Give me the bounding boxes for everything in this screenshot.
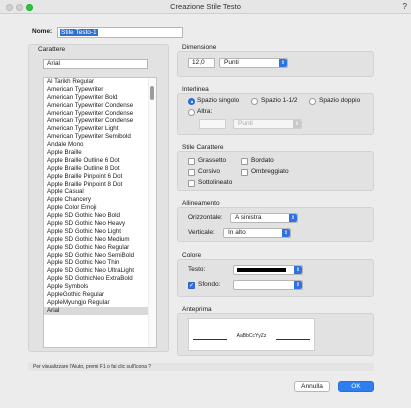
window-title: Creazione Stile Testo [170, 2, 241, 11]
font-list-item[interactable]: Apple Braille Pinpoint 6 Dot [44, 173, 148, 181]
name-value: Stile Testo-1 [60, 29, 98, 36]
ok-button[interactable]: OK [338, 381, 374, 392]
horizontal-align-popup[interactable]: A sinistra ⇕ [230, 213, 298, 223]
title-bar: Creazione Stile Testo ? [0, 0, 411, 14]
spacing-title: Interlinea [182, 86, 209, 93]
color-title: Colore [182, 252, 202, 259]
font-list-item[interactable]: AppleGothic Regular [44, 291, 148, 299]
size-unit-value: Punti [224, 59, 239, 66]
chevron-updown-icon: ⇕ [294, 281, 302, 289]
spacing-onehalf-label: Spazio 1-1/2 [261, 97, 298, 104]
spacing-other-radio[interactable] [188, 109, 195, 116]
font-list-item[interactable]: American Typewriter Light [44, 125, 148, 133]
font-list-scrollbar[interactable] [148, 78, 156, 347]
status-bar: Per visualizzare l'Aiuto, premi F1 o fai… [28, 363, 374, 371]
text-color-fill [237, 268, 286, 272]
style-title: Stile Carattere [182, 144, 224, 151]
shadow-label: Ombreggiato [251, 168, 289, 175]
spacing-double-radio[interactable] [309, 98, 316, 105]
preview-left-rule [193, 339, 227, 340]
spacing-onehalf-radio[interactable] [251, 98, 258, 105]
font-list-item[interactable]: Apple Braille Outline 6 Dot [44, 157, 148, 165]
font-list-item[interactable]: Apple SD Gothic Neo Regular [44, 244, 148, 252]
horizontal-align-value: A sinistra [235, 214, 262, 221]
shadow-checkbox[interactable] [241, 169, 248, 176]
preview-title: Anteprima [182, 306, 212, 313]
underline-label: Sottolineato [198, 179, 233, 186]
outline-label: Bordato [251, 157, 274, 164]
size-title: Dimensione [182, 44, 217, 51]
dialog-window: Creazione Stile Testo ? Nome: Stile Test… [0, 0, 411, 408]
chevron-updown-icon: ⇕ [279, 59, 287, 67]
underline-checkbox[interactable] [188, 180, 195, 187]
font-list-item[interactable]: American Typewriter Condense [44, 117, 148, 125]
font-list-item[interactable]: American Typewriter Condense [44, 102, 148, 110]
name-field[interactable]: Stile Testo-1 [57, 27, 183, 38]
cancel-button[interactable]: Annulla [294, 381, 330, 392]
spacing-double-label: Spazio doppio [319, 97, 361, 104]
chevron-updown-icon: ⇕ [293, 120, 301, 128]
font-list-item[interactable]: Apple SD Gothic Neo Bold [44, 212, 148, 220]
text-color-picker[interactable]: ⇕ [233, 265, 303, 275]
font-list-item[interactable]: Andale Mono [44, 141, 148, 149]
font-list-item[interactable]: Apple Braille Pinpoint 8 Dot [44, 181, 148, 189]
horizontal-label: Orizzontale: [188, 214, 223, 221]
font-list-item[interactable]: Apple Braille [44, 149, 148, 157]
italic-checkbox[interactable] [188, 169, 195, 176]
font-list-item[interactable]: Apple SD Gothic Neo SemiBold [44, 252, 148, 260]
font-panel-title: Carattere [38, 46, 66, 53]
font-list[interactable]: Al Tarikh Regular American Typewriter Amer… [43, 77, 157, 348]
font-list-item[interactable]: American Typewriter [44, 86, 148, 94]
font-list-item[interactable]: Al Tarikh Regular [44, 78, 148, 86]
background-color-label: Sfondo: [198, 281, 221, 288]
font-list-item[interactable]: Apple Chancery [44, 196, 148, 204]
alignment-title: Allineamento [182, 200, 220, 207]
font-list-item[interactable]: Apple SD Gothic Neo Heavy [44, 220, 148, 228]
chevron-updown-icon: ⇕ [289, 214, 297, 222]
spacing-single-label: Spazio singolo [197, 97, 240, 104]
font-list-item[interactable]: Apple SD GothicNeo ExtraBold [44, 275, 148, 283]
italic-label: Corsivo [198, 168, 221, 175]
size-input[interactable]: 12,0 [188, 58, 215, 68]
font-list-item[interactable]: Apple SD Gothic Neo Thin [44, 259, 148, 267]
spacing-single-radio[interactable] [188, 98, 195, 105]
scrollbar-thumb[interactable] [150, 86, 154, 100]
font-list-item[interactable]: Apple Casual [44, 188, 148, 196]
font-list-item[interactable]: Apple Color Emoji [44, 204, 148, 212]
size-unit-popup[interactable]: Punti ⇕ [219, 58, 288, 68]
spacing-unit-value: Punti [238, 120, 253, 127]
spacing-unit-popup[interactable]: Punti ⇕ [233, 119, 302, 129]
font-list-item[interactable]: AppleMyungjo Regular [44, 299, 148, 307]
outline-checkbox[interactable] [241, 158, 248, 165]
vertical-align-value: In alto [228, 229, 246, 236]
font-search-input[interactable]: Arial [43, 59, 148, 69]
preview-right-rule [276, 339, 310, 340]
font-list-item[interactable]: American Typewriter Condense [44, 110, 148, 118]
font-list-item[interactable]: Apple SD Gothic Neo Light [44, 228, 148, 236]
preview-box: AaBbCcYyZz [188, 318, 315, 351]
bold-label: Grassetto [198, 157, 227, 164]
background-color-fill [237, 283, 286, 287]
bold-checkbox[interactable] [188, 158, 195, 165]
font-list-item[interactable]: Apple SD Gothic Neo UltraLight [44, 267, 148, 275]
font-list-item[interactable]: Arial [44, 306, 148, 315]
font-list-item[interactable]: American Typewriter Semibold [44, 133, 148, 141]
vertical-label: Verticale: [188, 229, 215, 236]
text-color-label: Testo: [188, 266, 206, 273]
font-list-item[interactable]: Apple SD Gothic Neo Medium [44, 236, 148, 244]
spacing-other-input[interactable] [199, 119, 226, 129]
vertical-align-popup[interactable]: In alto ⇕ [223, 228, 291, 238]
spacing-other-label: Altra: [197, 108, 213, 115]
name-label: Nome: [32, 28, 53, 35]
font-list-item[interactable]: Apple Symbols [44, 283, 148, 291]
chevron-updown-icon: ⇕ [282, 229, 290, 237]
chevron-updown-icon: ⇕ [294, 266, 302, 274]
font-list-item[interactable]: Apple Braille Outline 8 Dot [44, 165, 148, 173]
font-list-item[interactable]: American Typewriter Bold [44, 94, 148, 102]
background-color-picker[interactable]: ⇕ [233, 280, 303, 290]
help-icon[interactable]: ? [403, 2, 407, 11]
background-checkbox[interactable]: ✓ [188, 282, 195, 289]
